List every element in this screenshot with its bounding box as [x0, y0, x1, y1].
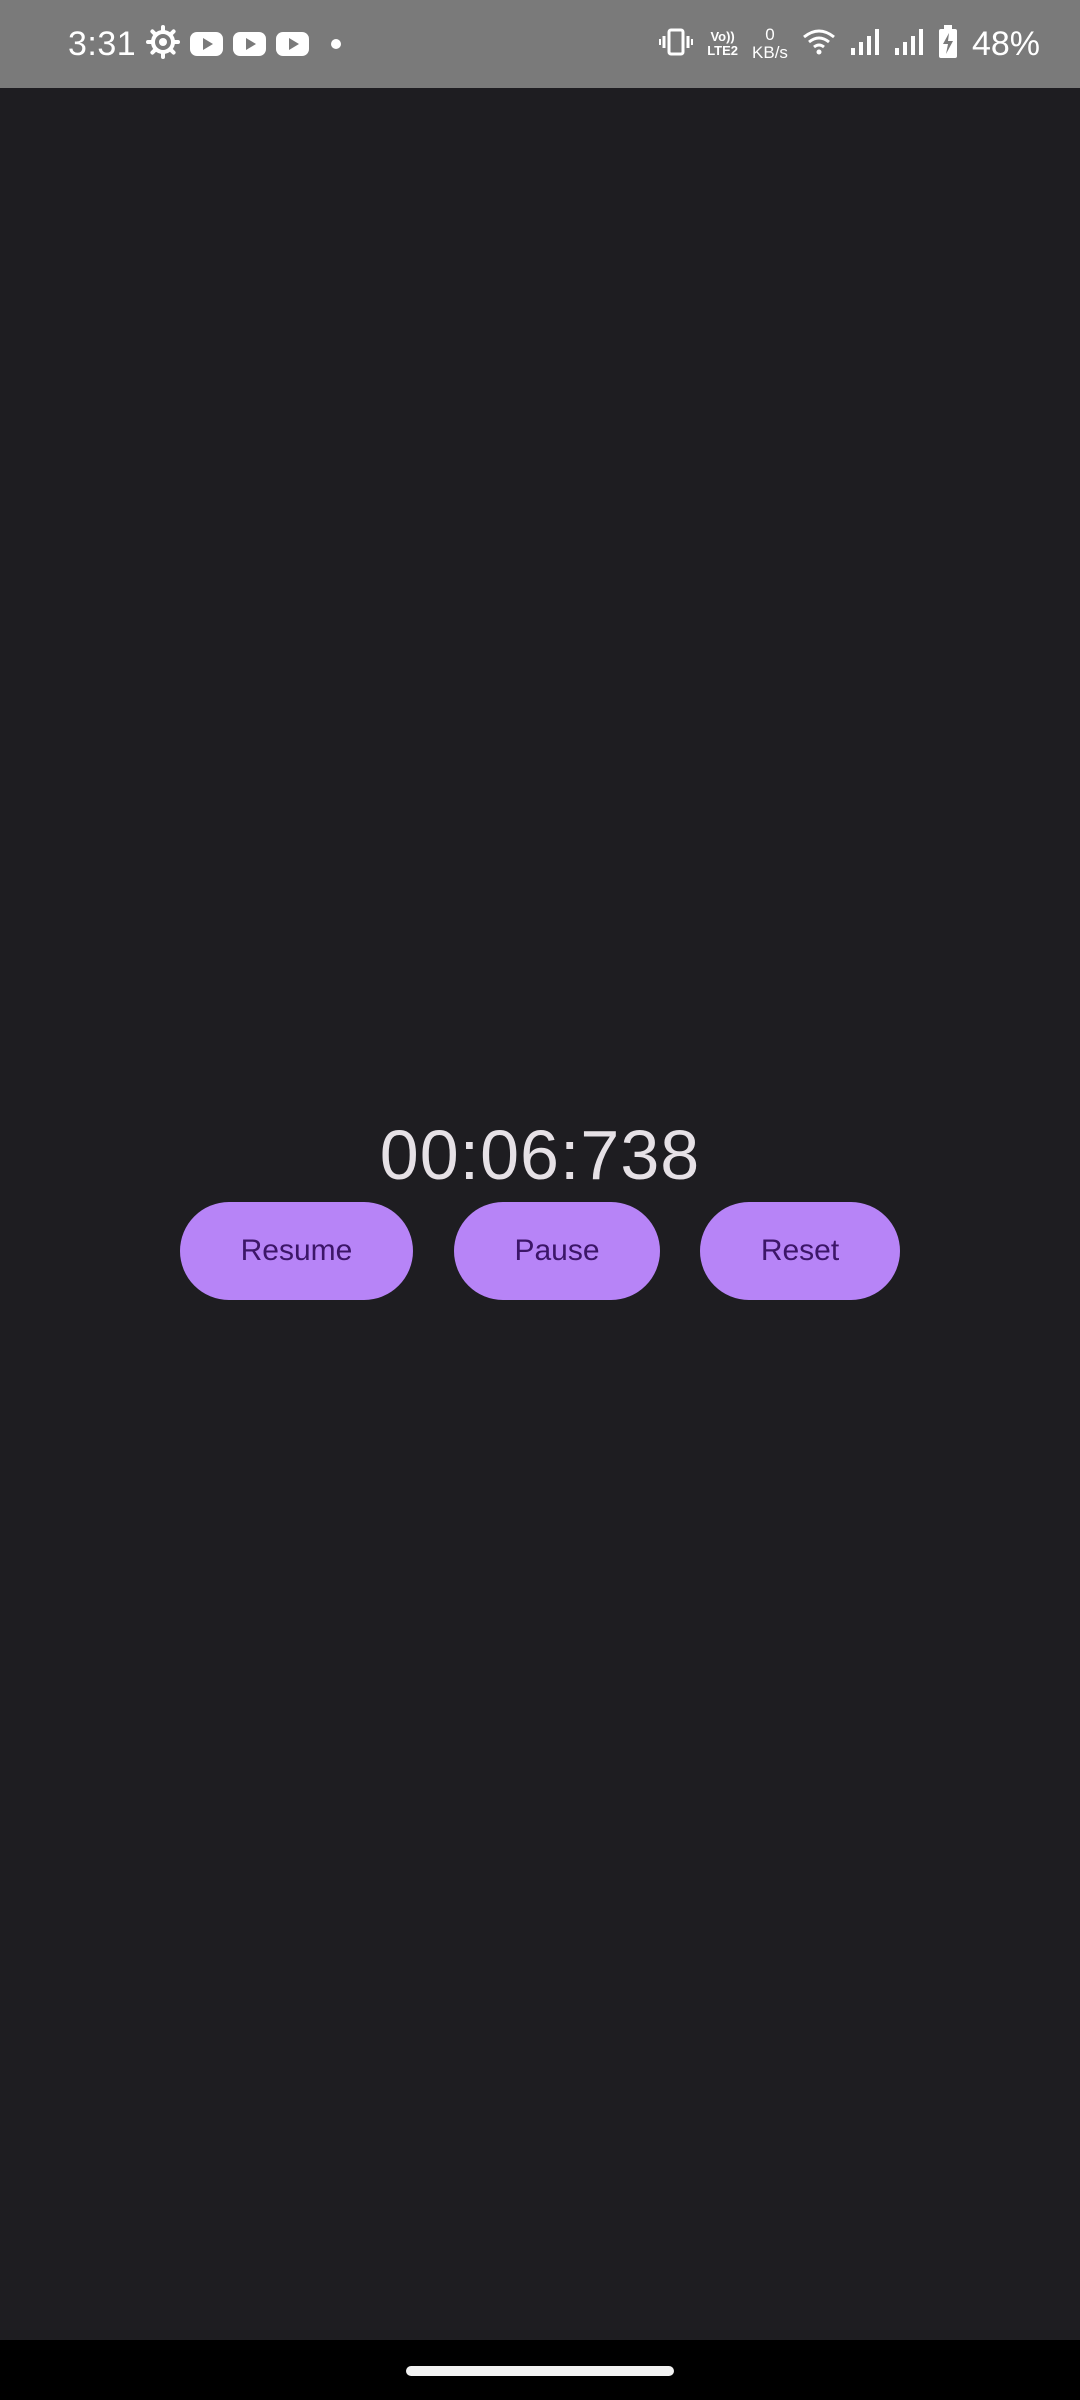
vibrate-icon: [659, 27, 694, 62]
status-bar: 3:31 Vo)) LTE2 0 KB/s 48%: [0, 0, 1080, 88]
stopwatch-time: 00:06:738: [379, 1116, 701, 1194]
wifi-icon: [802, 27, 836, 62]
status-time: 3:31: [68, 25, 137, 63]
volte-label: Vo)): [710, 29, 735, 44]
youtube-icon: [233, 32, 266, 56]
battery-charging-icon: [938, 24, 958, 64]
battery-percent: 48%: [971, 25, 1040, 63]
lte-label: LTE2: [707, 43, 739, 58]
settings-icon: [146, 24, 180, 64]
volte-indicator: Vo)) LTE2: [707, 30, 738, 58]
youtube-icon: [190, 32, 223, 56]
resume-button[interactable]: Resume: [180, 1202, 413, 1300]
network-speed: 0 KB/s: [752, 26, 788, 62]
notification-icons: [146, 24, 341, 64]
youtube-icon: [276, 32, 309, 56]
system-icons: Vo)) LTE2 0 KB/s 48%: [659, 20, 1040, 68]
navigation-bar: [0, 2340, 1080, 2400]
pause-button[interactable]: Pause: [454, 1202, 660, 1300]
more-notifications-dot-icon: [331, 39, 341, 49]
network-speed-value: 0: [765, 25, 775, 44]
network-speed-unit: KB/s: [752, 43, 788, 62]
home-gesture-handle[interactable]: [406, 2366, 674, 2376]
signal-icon: [850, 28, 880, 61]
reset-button[interactable]: Reset: [700, 1202, 900, 1300]
signal-icon: [894, 28, 924, 61]
